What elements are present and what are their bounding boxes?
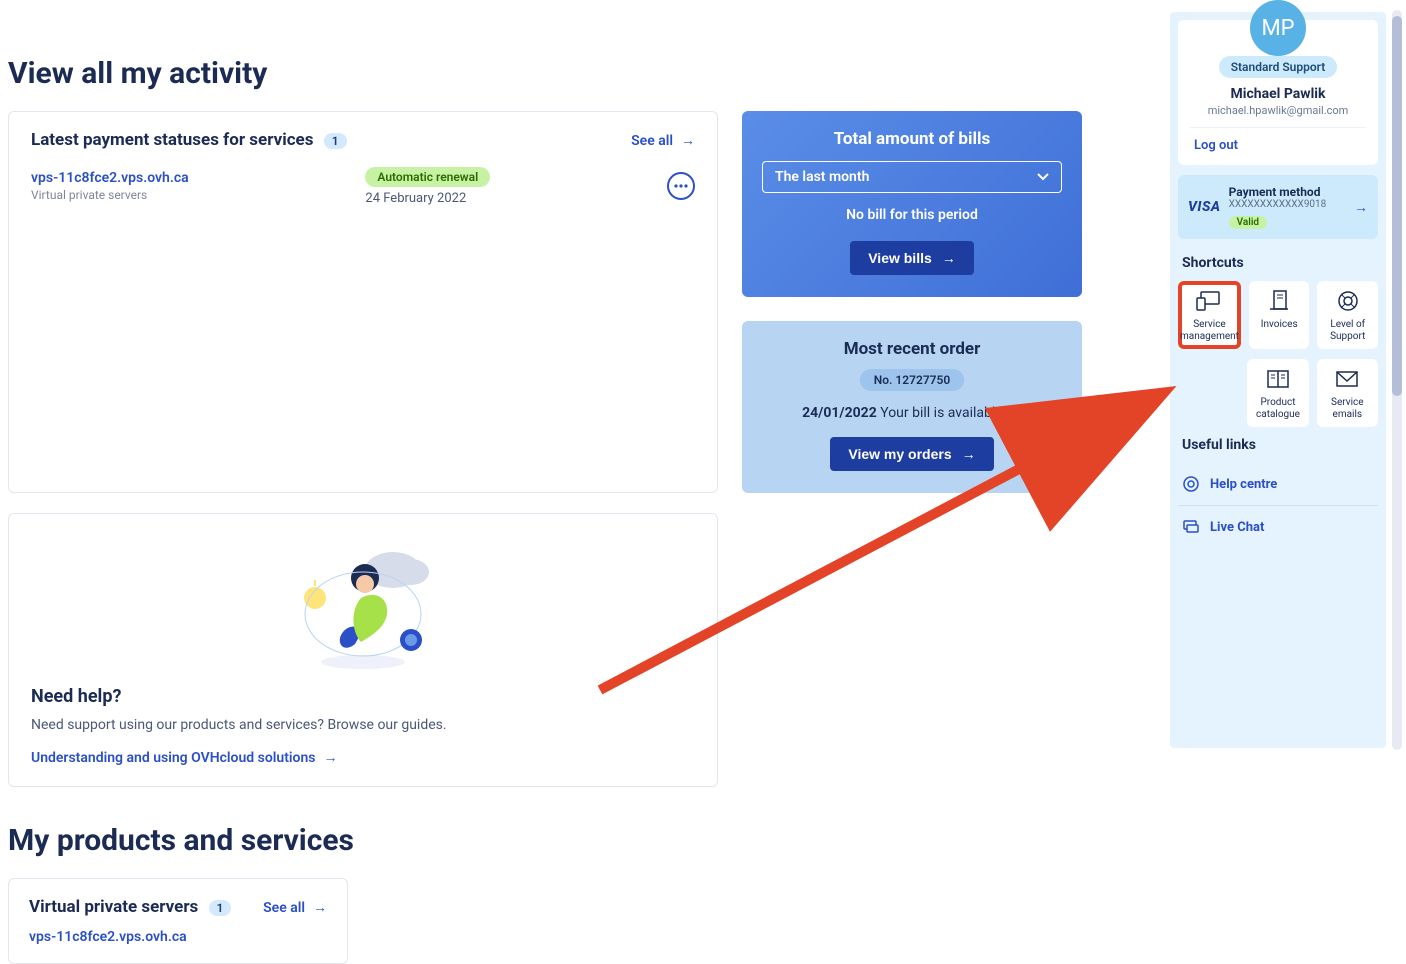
help-centre-label: Help centre [1210,477,1277,492]
shortcut-label: Invoices [1251,319,1308,331]
user-name: Michael Pawlik [1190,86,1366,102]
order-date: 24/01/2022 [802,405,877,421]
arrow-right-icon: → [962,446,976,462]
latest-heading: Latest payment statuses for services 1 [31,130,347,150]
useful-links-label: Useful links [1182,437,1374,453]
shortcut-grid: Service management Invoices Level of Sup… [1178,281,1378,349]
visa-logo: VISA [1188,199,1221,215]
shortcut-label: Service emails [1319,397,1376,421]
service-more-button[interactable] [667,172,695,200]
chevron-down-icon [1037,173,1049,181]
no-bill-text: No bill for this period [762,207,1062,223]
shortcut-label: Service management [1180,319,1239,343]
products-title: My products and services [8,823,1146,858]
shortcut-product-catalogue[interactable]: Product catalogue [1247,359,1308,427]
shortcut-label: Level of Support [1319,319,1376,343]
lifebuoy-icon [1334,289,1362,313]
order-panel: Most recent order No. 12727750 24/01/202… [742,321,1082,493]
shortcut-grid-2: Product catalogue Service emails [1178,359,1378,427]
view-bills-label: View bills [868,250,932,266]
shortcut-service-management[interactable]: Service management [1178,281,1241,349]
logout-link[interactable]: Log out [1190,127,1366,155]
user-sidebar: MP Standard Support Michael Pawlik micha… [1170,12,1386,748]
check-icon: ✓ [1010,405,1022,421]
support-level-badge: Standard Support [1219,56,1338,78]
order-number-badge: No. 12727750 [860,369,965,391]
payment-title: Payment method [1229,185,1346,199]
chat-icon [1182,518,1200,536]
live-chat-label: Live Chat [1210,520,1264,535]
live-chat-link[interactable]: Live Chat [1178,505,1378,548]
help-panel: Need help? Need support using our produc… [8,513,718,787]
payment-number: XXXXXXXXXXXX9018 [1229,199,1346,210]
vps-heading: Virtual private servers 1 [29,897,231,917]
vps-count-badge: 1 [209,900,232,916]
service-type-label: Virtual private servers [31,188,189,202]
latest-count-badge: 1 [324,133,347,149]
scrollbar[interactable] [1392,10,1402,750]
vps-item-link[interactable]: vps-11c8fce2.vps.ovh.ca [29,929,327,945]
see-all-vps-link[interactable]: See all [263,899,327,916]
help-centre-link[interactable]: Help centre [1178,463,1378,505]
book-icon [1264,367,1292,391]
help-illustration [283,534,443,674]
shortcut-service-emails[interactable]: Service emails [1317,359,1378,427]
arrow-right-icon: → [1354,199,1368,216]
receipt-icon [1265,289,1293,313]
avatar: MP [1250,0,1306,56]
vps-card: Virtual private servers 1 See all vps-11… [8,878,348,964]
bills-period-dropdown[interactable]: The last month [762,161,1062,193]
renewal-badge: Automatic renewal [365,167,490,187]
view-bills-button[interactable]: View bills → [850,241,974,275]
latest-heading-text: Latest payment statuses for services [31,130,313,150]
lifebuoy-icon [1182,475,1200,493]
service-row: vps-11c8fce2.vps.ovh.ca Virtual private … [31,166,695,206]
dots-icon [674,184,688,188]
bills-period-value: The last month [775,169,869,185]
shortcut-invoices[interactable]: Invoices [1249,281,1310,349]
order-status-text: Your bill is available [880,405,1002,421]
view-orders-button[interactable]: View my orders → [830,437,993,471]
payment-method-card[interactable]: VISA Payment method XXXXXXXXXXXX9018 Val… [1178,175,1378,239]
renewal-date: 24 February 2022 [365,191,490,206]
scrollbar-thumb[interactable] [1392,16,1402,396]
mail-icon [1333,367,1361,391]
arrow-right-icon: → [942,250,956,266]
order-heading: Most recent order [762,339,1062,359]
shortcut-level-of-support[interactable]: Level of Support [1317,281,1378,349]
see-all-payments-link[interactable]: See all [631,132,695,149]
help-heading: Need help? [31,686,695,707]
devices-icon [1195,289,1223,313]
user-email: michael.hpawlik@gmail.com [1190,104,1366,117]
user-card: MP Standard Support Michael Pawlik micha… [1178,20,1378,165]
bills-panel: Total amount of bills The last month No … [742,111,1082,297]
view-orders-label: View my orders [848,446,951,462]
page-title: View all my activity [8,56,1146,91]
shortcuts-label: Shortcuts [1182,255,1374,271]
bills-heading: Total amount of bills [762,129,1062,149]
order-status: 24/01/2022 Your bill is available ✓ [762,405,1062,421]
shortcut-label: Product catalogue [1249,397,1306,421]
vps-heading-text: Virtual private servers [29,897,198,917]
payment-valid-badge: Valid [1229,216,1267,229]
latest-payment-panel: Latest payment statuses for services 1 S… [8,111,718,493]
help-text: Need support using our products and serv… [31,717,695,733]
useful-links-list: Help centre Live Chat [1178,463,1378,548]
service-name-link[interactable]: vps-11c8fce2.vps.ovh.ca [31,170,189,186]
